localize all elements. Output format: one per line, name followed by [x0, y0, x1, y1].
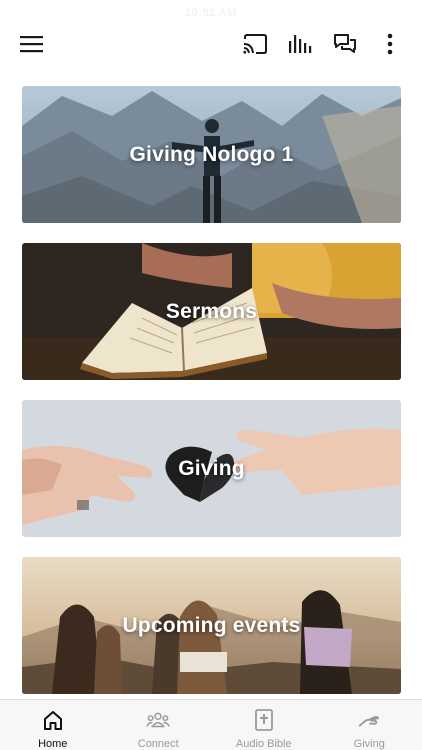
tab-label: Home — [38, 738, 68, 750]
tab-audio-bible[interactable]: Audio Bible — [211, 700, 317, 750]
tab-connect[interactable]: Connect — [106, 700, 212, 750]
card-title: Upcoming events — [122, 613, 301, 637]
home-icon — [41, 708, 65, 732]
tab-label: Connect — [137, 738, 179, 750]
tab-label: Audio Bible — [235, 738, 292, 750]
tab-giving[interactable]: Giving — [317, 700, 422, 750]
more-vertical-icon[interactable] — [372, 26, 408, 62]
status-time: 10:52 AM — [185, 7, 237, 19]
top-app-bar — [0, 26, 422, 62]
status-bar: 10:52 AM — [0, 0, 422, 26]
content-card-list: Giving Nologo 1 Sermons Giving Upcoming … — [22, 86, 401, 714]
giving-hand-icon — [357, 708, 381, 732]
card-title: Sermons — [165, 299, 258, 323]
card-giving[interactable]: Giving — [22, 400, 401, 537]
tab-label: Giving — [353, 738, 385, 750]
people-icon — [146, 708, 171, 732]
bible-icon — [252, 708, 276, 732]
card-giving-nologo[interactable]: Giving Nologo 1 — [22, 86, 401, 223]
card-sermons[interactable]: Sermons — [22, 243, 401, 380]
tab-home[interactable]: Home — [0, 700, 106, 750]
menu-icon[interactable] — [14, 26, 50, 62]
audio-bars-icon[interactable] — [282, 26, 318, 62]
chat-icon[interactable] — [327, 26, 363, 62]
card-title: Giving — [178, 456, 245, 480]
card-upcoming-events[interactable]: Upcoming events — [22, 557, 401, 694]
cast-icon[interactable] — [237, 26, 273, 62]
bottom-tab-bar: Home Connect Audio Bible Giving — [0, 699, 422, 750]
card-title: Giving Nologo 1 — [129, 142, 294, 166]
